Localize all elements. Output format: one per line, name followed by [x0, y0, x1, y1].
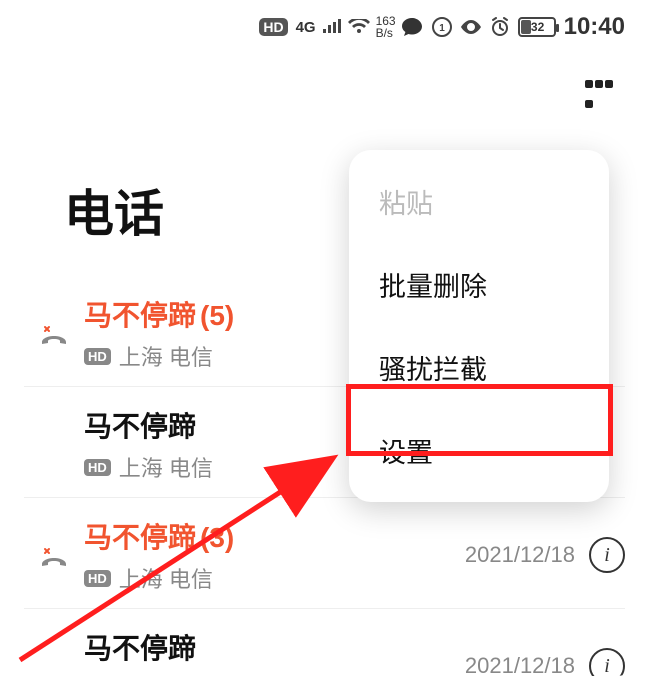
data-rate: 163 B/s	[376, 15, 396, 39]
battery-icon: 32	[518, 17, 556, 37]
call-date: 2021/12/18	[465, 653, 575, 676]
call-location: 上海 电信	[119, 340, 213, 372]
signal-icon	[322, 19, 342, 35]
call-date: 2021/12/18	[465, 542, 575, 568]
battery-percent: 32	[522, 20, 554, 34]
status-right: 1 32 10:40	[432, 13, 625, 41]
hd-badge: HD	[259, 18, 287, 36]
call-row[interactable]: 马不停蹄 (3) HD 上海 电信 2021/12/18 i	[24, 497, 625, 608]
menu-item-harassment-block[interactable]: 骚扰拦截	[349, 326, 609, 409]
hd-small-badge: HD	[84, 570, 111, 587]
call-location: 上海 电信	[119, 451, 213, 483]
alarm-icon	[490, 17, 510, 37]
huawei-service-icon: 1	[432, 17, 452, 37]
phone-app-screen: HD 4G 163 B/s 1	[0, 0, 655, 676]
menu-item-settings[interactable]: 设置	[349, 409, 609, 492]
menu-item-paste: 粘贴	[349, 160, 609, 243]
missed-call-icon	[24, 542, 84, 568]
svg-text:1: 1	[439, 23, 445, 34]
call-name: 马不停蹄	[84, 627, 465, 667]
call-name: 马不停蹄 (3)	[84, 516, 465, 556]
wifi-icon	[348, 19, 370, 35]
info-button[interactable]: i	[589, 537, 625, 573]
call-row[interactable]: 马不停蹄 HD 上海 电信 2021/12/18 i	[24, 608, 625, 676]
data-rate-unit: B/s	[376, 27, 393, 39]
eye-icon	[460, 20, 482, 34]
status-left: HD 4G 163 B/s	[259, 15, 421, 39]
menu-item-batch-delete[interactable]: 批量删除	[349, 243, 609, 326]
context-menu: 粘贴 批量删除 骚扰拦截 设置	[349, 150, 609, 502]
info-button[interactable]: i	[589, 648, 625, 676]
message-icon	[402, 18, 422, 36]
more-menu-button[interactable]	[579, 74, 619, 114]
hd-small-badge: HD	[84, 348, 111, 365]
hd-small-badge: HD	[84, 459, 111, 476]
top-actions	[0, 54, 655, 134]
call-location: 上海 电信	[119, 562, 213, 594]
call-count: (3)	[200, 522, 234, 554]
status-bar: HD 4G 163 B/s 1	[0, 0, 655, 54]
missed-call-icon	[24, 320, 84, 346]
call-count: (5)	[200, 300, 234, 332]
network-type: 4G	[296, 19, 316, 36]
clock-time: 10:40	[564, 13, 625, 41]
